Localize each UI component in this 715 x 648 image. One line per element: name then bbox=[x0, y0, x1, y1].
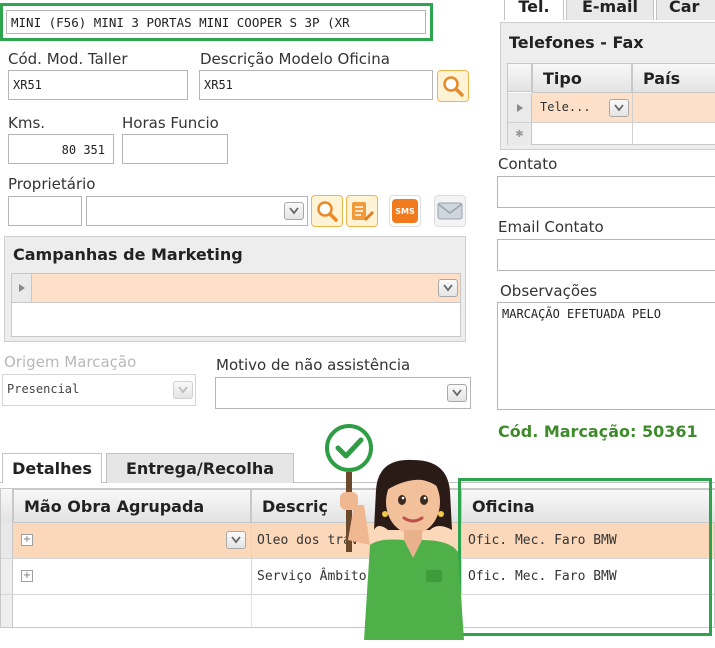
campanhas-dropdown-arrow[interactable] bbox=[438, 279, 458, 297]
observacoes-label: Observações bbox=[500, 282, 598, 300]
mao-obra-dropdown-arrow[interactable] bbox=[226, 531, 246, 549]
mascot-illustration bbox=[325, 424, 464, 640]
kms-label: Kms. bbox=[8, 114, 46, 132]
contato-input[interactable] bbox=[497, 176, 715, 208]
row-pointer bbox=[508, 93, 532, 122]
search-icon bbox=[317, 201, 338, 222]
proprietario-label: Proprietário bbox=[8, 175, 96, 193]
descricao-modelo-input[interactable]: XR51 bbox=[199, 70, 433, 100]
sms-icon: SMS bbox=[392, 199, 418, 223]
right-tabs-bar: Tel. E-mail Car bbox=[498, 0, 715, 22]
expand-icon[interactable]: + bbox=[21, 570, 33, 582]
telefones-grid: Tipo País Tele... ✱ bbox=[507, 63, 715, 145]
chevron-down-icon bbox=[614, 104, 624, 112]
row-pointer bbox=[12, 274, 32, 302]
chevron-down-icon bbox=[289, 207, 299, 215]
search-owner-button[interactable] bbox=[311, 195, 343, 227]
caret-right-icon bbox=[516, 103, 523, 112]
tab-email[interactable]: E-mail bbox=[566, 0, 654, 20]
campanhas-empty-area bbox=[11, 303, 461, 337]
kms-input[interactable]: 80 351 bbox=[8, 134, 114, 164]
cod-marcacao-label: Cód. Marcação: 50361 bbox=[498, 422, 698, 441]
descricao-modelo-label: Descrição Modelo Oficina bbox=[200, 50, 390, 68]
proprietario-name-select[interactable] bbox=[86, 196, 308, 226]
proprietario-code-input[interactable] bbox=[8, 196, 82, 226]
tab-car[interactable]: Car bbox=[656, 0, 715, 20]
chevron-down-icon bbox=[443, 284, 453, 292]
col-mao-obra-agrupada[interactable]: Mão Obra Agrupada bbox=[13, 489, 251, 523]
search-button[interactable] bbox=[437, 70, 469, 102]
new-row-marker[interactable] bbox=[1, 595, 13, 627]
chevron-down-icon bbox=[452, 389, 462, 397]
oficina-column-highlight bbox=[458, 478, 712, 636]
origem-dropdown-arrow[interactable] bbox=[173, 381, 193, 399]
motivo-select[interactable] bbox=[215, 377, 471, 409]
horas-funcionamento-label: Horas Funcio bbox=[122, 114, 219, 132]
tab-tel[interactable]: Tel. bbox=[504, 0, 564, 20]
cod-mod-taller-label: Cód. Mod. Taller bbox=[8, 50, 128, 68]
contato-label: Contato bbox=[498, 155, 558, 173]
tab-entrega-recolha[interactable]: Entrega/Recolha bbox=[106, 453, 294, 483]
motivo-label: Motivo de não assistência bbox=[216, 356, 411, 374]
origem-marcacao-select[interactable]: Presencial bbox=[2, 374, 196, 406]
col-tipo[interactable]: Tipo bbox=[532, 64, 632, 93]
chevron-down-icon bbox=[178, 386, 188, 394]
motivo-dropdown-arrow[interactable] bbox=[447, 384, 467, 402]
tab-detalhes[interactable]: Detalhes bbox=[2, 453, 102, 483]
proprietario-dropdown-arrow[interactable] bbox=[284, 202, 304, 220]
new-row-icon[interactable]: ✱ bbox=[508, 123, 532, 145]
origem-marcacao-label: Origem Marcação bbox=[4, 353, 137, 371]
horas-funcionamento-input[interactable] bbox=[122, 134, 228, 164]
svg-text:SMS: SMS bbox=[395, 207, 415, 216]
email-contato-input[interactable] bbox=[497, 239, 715, 271]
expand-icon[interactable]: + bbox=[21, 534, 33, 546]
telefone-row[interactable]: Tele... bbox=[508, 93, 715, 123]
caret-right-icon bbox=[18, 284, 25, 292]
campanhas-panel: Campanhas de Marketing bbox=[4, 236, 466, 342]
observacoes-textarea[interactable]: MARCAÇÃO EFETUADA PELO bbox=[497, 302, 715, 410]
campanhas-title: Campanhas de Marketing bbox=[13, 245, 243, 264]
chevron-down-icon bbox=[231, 536, 241, 544]
email-contato-label: Email Contato bbox=[498, 218, 604, 236]
search-icon bbox=[443, 76, 464, 97]
email-button[interactable] bbox=[434, 195, 466, 227]
envelope-icon bbox=[437, 202, 463, 220]
col-pais[interactable]: País bbox=[632, 64, 715, 93]
edit-owner-button[interactable] bbox=[346, 195, 378, 227]
telefones-panel: Telefones - Fax Tipo País Tele... ✱ bbox=[500, 22, 715, 150]
tipo-dropdown-arrow[interactable] bbox=[609, 99, 629, 117]
cod-mod-taller-input[interactable]: XR51 bbox=[8, 70, 188, 100]
telefones-title: Telefones - Fax bbox=[509, 33, 644, 52]
document-edit-icon bbox=[352, 202, 374, 221]
sms-button[interactable]: SMS bbox=[389, 195, 421, 227]
campanhas-row[interactable] bbox=[11, 273, 461, 303]
model-field-highlight bbox=[0, 3, 433, 41]
telefone-tipo-cell[interactable]: Tele... bbox=[540, 100, 591, 114]
